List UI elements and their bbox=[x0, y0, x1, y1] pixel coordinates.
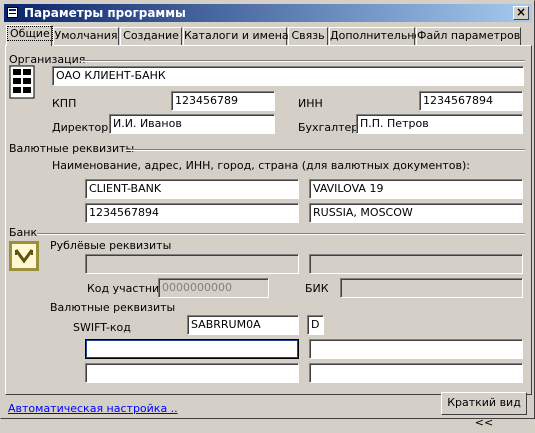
member-code-field[interactable]: 0000000000 bbox=[158, 278, 269, 298]
short-view-button[interactable]: Краткий вид << bbox=[441, 392, 527, 429]
currency-address-field[interactable]: VAVILOVA 19 bbox=[309, 179, 523, 199]
close-icon: × bbox=[515, 5, 527, 19]
currency-separator bbox=[126, 149, 525, 151]
app-icon bbox=[7, 7, 18, 18]
swift-field[interactable]: SABRRUM0A bbox=[187, 315, 299, 335]
accountant-field[interactable]: П.П. Петров bbox=[356, 114, 523, 134]
currency-section-label: Валютные реквизиты bbox=[9, 142, 135, 155]
tab-label: Создание bbox=[123, 29, 179, 42]
close-button[interactable]: × bbox=[513, 6, 529, 20]
tab-label: Файл параметров bbox=[417, 29, 521, 42]
bik-field[interactable] bbox=[340, 278, 523, 298]
tab-label: Связь bbox=[291, 29, 325, 42]
tab-connection[interactable]: Связь bbox=[288, 27, 328, 45]
rub-details-label: Рублёвые реквизиты bbox=[50, 239, 172, 252]
currency-inn-field[interactable]: 1234567894 bbox=[85, 203, 299, 223]
currency-name-field[interactable]: CLIENT-BANK bbox=[85, 179, 299, 199]
title-bar[interactable]: Параметры программы × bbox=[4, 4, 532, 22]
tab-general[interactable]: Общие bbox=[6, 25, 53, 46]
tab-creation[interactable]: Создание bbox=[120, 27, 182, 45]
organization-icon bbox=[9, 65, 35, 99]
org-name-field[interactable]: ОАО КЛИЕНТ-БАНК bbox=[52, 66, 524, 86]
swift-suffix-field[interactable]: D bbox=[307, 315, 324, 335]
tab-label: Общие bbox=[7, 26, 53, 41]
bank-separator bbox=[37, 233, 525, 235]
bank-currency-field-3[interactable] bbox=[85, 363, 299, 383]
accountant-label: Бухгалтер bbox=[298, 121, 359, 134]
currency-hint: Наименование, адрес, ИНН, город, страна … bbox=[52, 159, 471, 172]
bank-currency-field-2[interactable] bbox=[309, 339, 523, 359]
bank-currency-field-4[interactable] bbox=[309, 363, 523, 383]
tab-params-file[interactable]: Файл параметров bbox=[416, 27, 521, 45]
tab-catalogs[interactable]: Каталоги и имена bbox=[183, 27, 289, 45]
bank-currency-field-1[interactable] bbox=[85, 339, 299, 359]
kpp-label: КПП bbox=[52, 97, 77, 110]
bank-icon bbox=[9, 241, 39, 271]
rub-details-field-1[interactable] bbox=[85, 254, 299, 274]
tab-label: Умолчания bbox=[54, 29, 118, 42]
bank-section-label: Банк bbox=[9, 226, 38, 239]
inn-label: ИНН bbox=[298, 97, 323, 110]
kpp-field[interactable]: 123456789 bbox=[171, 91, 275, 111]
swift-label: SWIFT-код bbox=[73, 321, 131, 334]
currency-city-country-field[interactable]: RUSSIA, MOSCOW bbox=[309, 203, 523, 223]
director-field[interactable]: И.И. Иванов bbox=[109, 114, 275, 134]
director-label: Директор bbox=[52, 121, 109, 134]
rub-details-field-2[interactable] bbox=[309, 254, 523, 274]
bank-currency-details-label: Валютные реквизиты bbox=[50, 301, 176, 314]
inn-field[interactable]: 1234567894 bbox=[419, 91, 523, 111]
tab-label: Дополнительно bbox=[330, 29, 422, 42]
window-title: Параметры программы bbox=[24, 6, 186, 20]
org-separator bbox=[81, 60, 525, 62]
tab-additional[interactable]: Дополнительно bbox=[329, 27, 421, 45]
settings-window: Параметры программы × Общие Умолчания Со… bbox=[0, 0, 535, 429]
tab-defaults[interactable]: Умолчания bbox=[53, 27, 119, 45]
tab-label: Каталоги и имена bbox=[184, 29, 289, 42]
auto-setup-link[interactable]: Автоматическая настройка .. bbox=[8, 402, 178, 415]
bik-label: БИК bbox=[305, 282, 329, 295]
